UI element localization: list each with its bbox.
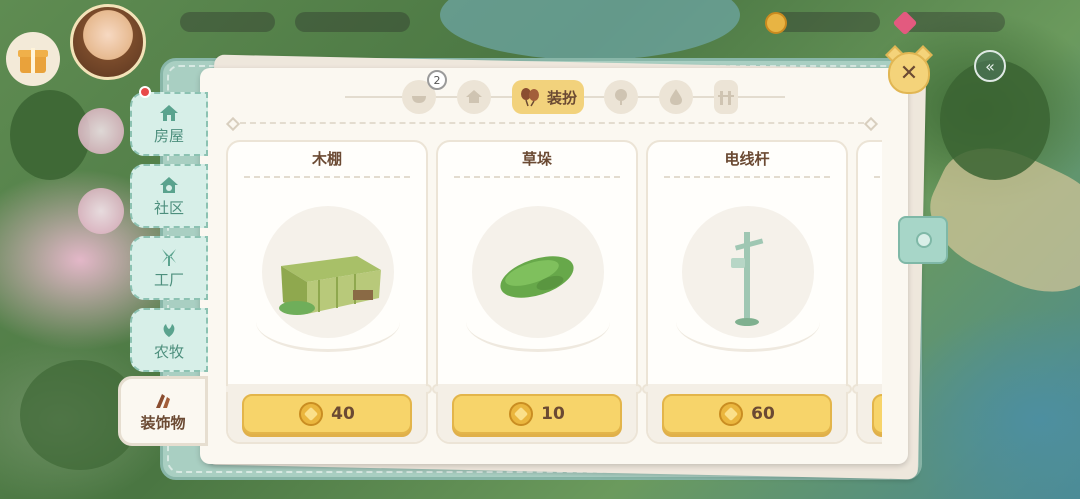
gift-icon xyxy=(18,45,48,73)
item-price: 60 xyxy=(751,404,775,424)
farm-icon xyxy=(163,323,175,337)
river xyxy=(440,0,740,60)
windmill-icon xyxy=(162,248,176,266)
back-arrow-icon[interactable]: « xyxy=(974,50,1006,82)
buy-button[interactable] xyxy=(872,394,882,434)
utility-pole-icon xyxy=(731,232,764,326)
side-event-icon[interactable] xyxy=(78,188,124,234)
gift-button[interactable] xyxy=(6,32,60,86)
house-outline-icon xyxy=(466,90,482,103)
item-name: 草垛 xyxy=(521,150,552,168)
coin-icon xyxy=(719,402,744,426)
item-card[interactable]: 草垛 10 xyxy=(432,140,642,444)
close-icon: ✕ xyxy=(899,60,919,86)
decoration-icon xyxy=(156,393,170,408)
tab-farm[interactable]: 农牧 xyxy=(130,308,208,372)
item-name: 电线杆 xyxy=(724,150,770,168)
tab-factory[interactable]: 工厂 xyxy=(130,236,208,300)
tab-label: 装饰物 xyxy=(140,413,186,432)
tab-label: 农牧 xyxy=(153,342,184,361)
tab-house[interactable]: 房屋 xyxy=(130,92,208,156)
notification-dot xyxy=(139,86,151,98)
tab-label: 社区 xyxy=(153,198,184,217)
category-drop[interactable] xyxy=(659,80,693,114)
item-name: 木棚 xyxy=(311,150,342,168)
community-icon xyxy=(160,176,178,193)
buy-button[interactable]: 40 xyxy=(242,394,412,434)
coin-icon xyxy=(509,402,534,426)
balloon-icon xyxy=(520,88,539,107)
coin-hud-icon xyxy=(765,12,787,34)
hay-bale-icon xyxy=(500,256,574,298)
category-house[interactable] xyxy=(457,80,491,114)
item-price: 40 xyxy=(331,404,355,424)
fence-icon xyxy=(718,91,734,105)
category-fence[interactable] xyxy=(714,80,738,114)
item-list: 木棚 40 草垛 10 电线杆 60 xyxy=(226,140,882,444)
hud-bar xyxy=(295,12,410,32)
item-card-partial[interactable] xyxy=(852,140,882,444)
category-active-label: 装扮 xyxy=(546,88,577,107)
side-event-icon[interactable] xyxy=(78,108,124,154)
house-icon xyxy=(160,104,178,121)
tab-decoration[interactable]: 装饰物 xyxy=(118,376,208,446)
wooden-shed-icon xyxy=(279,256,381,315)
category-dressup[interactable]: 装扮 xyxy=(512,80,584,114)
category-tree[interactable] xyxy=(604,80,638,114)
divider xyxy=(240,122,864,124)
panel-handle[interactable] xyxy=(898,216,948,264)
drop-icon xyxy=(670,89,682,105)
category-count-badge: 2 xyxy=(427,70,447,90)
item-card[interactable]: 电线杆 60 xyxy=(642,140,852,444)
player-avatar[interactable] xyxy=(70,4,146,80)
hud-bar xyxy=(180,12,275,32)
buy-button[interactable]: 10 xyxy=(452,394,622,434)
bowl-icon xyxy=(412,96,426,103)
close-button[interactable]: ✕ xyxy=(884,45,934,98)
tab-label: 工厂 xyxy=(153,270,184,289)
tab-community[interactable]: 社区 xyxy=(130,164,208,228)
buy-button[interactable]: 60 xyxy=(662,394,832,434)
tree-icon xyxy=(615,89,627,105)
tab-label: 房屋 xyxy=(153,126,184,145)
coin-icon xyxy=(299,402,324,426)
item-price: 10 xyxy=(541,404,565,424)
item-card[interactable]: 木棚 40 xyxy=(226,140,432,444)
